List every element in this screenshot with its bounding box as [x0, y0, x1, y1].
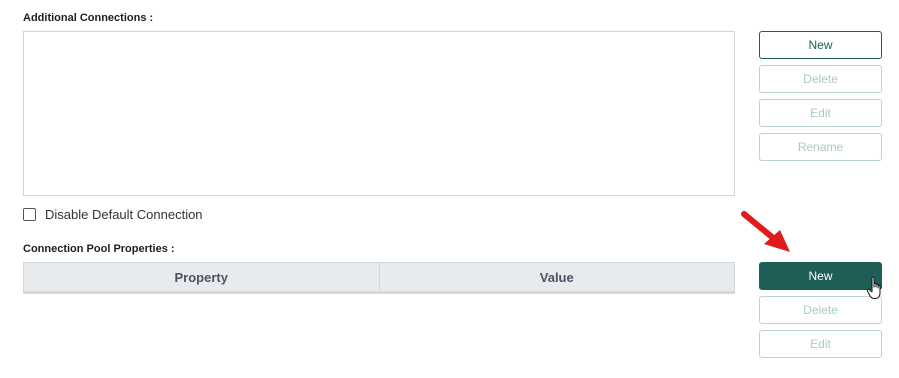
connection-pool-table: Property Value [23, 262, 735, 294]
delete-pool-property-button[interactable]: Delete [759, 296, 882, 324]
additional-connections-label: Additional Connections : [23, 12, 154, 24]
additional-connections-list[interactable] [23, 31, 735, 196]
edit-pool-property-button[interactable]: Edit [759, 330, 882, 358]
new-pool-property-button[interactable]: New [759, 262, 882, 290]
edit-connection-button[interactable]: Edit [759, 99, 882, 127]
connection-pool-properties-label: Connection Pool Properties : [23, 243, 175, 255]
disable-default-connection-checkbox[interactable] [23, 207, 36, 221]
new-connection-button[interactable]: New [759, 31, 882, 59]
column-header-property[interactable]: Property [24, 263, 379, 291]
rename-connection-button[interactable]: Rename [759, 133, 882, 161]
disable-default-connection-row[interactable]: Disable Default Connection [23, 205, 203, 223]
red-arrow-icon [741, 211, 790, 252]
delete-connection-button[interactable]: Delete [759, 65, 882, 93]
column-header-value[interactable]: Value [378, 263, 735, 291]
hand-pointer-icon [866, 276, 881, 299]
disable-default-connection-label: Disable Default Connection [45, 206, 203, 222]
